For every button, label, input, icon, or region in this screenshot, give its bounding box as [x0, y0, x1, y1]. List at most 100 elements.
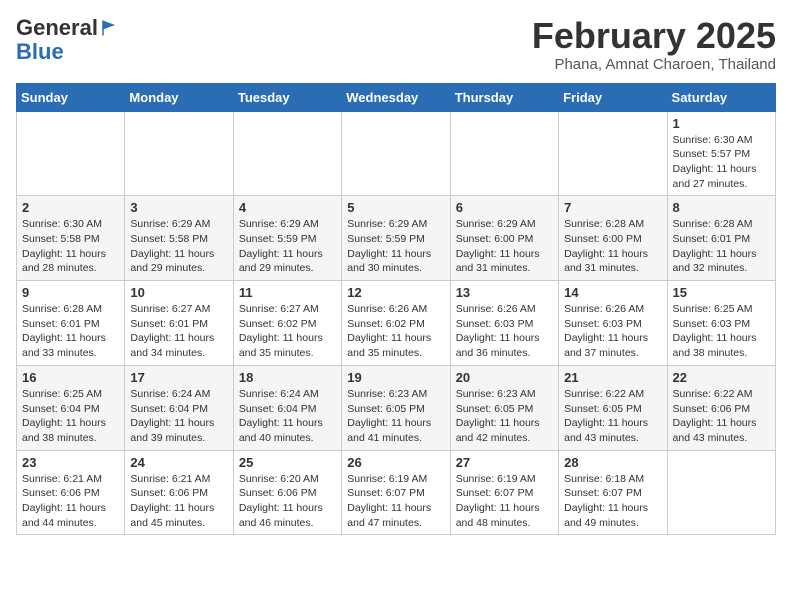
day-number: 22: [673, 370, 770, 385]
calendar-table: SundayMondayTuesdayWednesdayThursdayFrid…: [16, 83, 776, 536]
calendar-cell: 21Sunrise: 6:22 AMSunset: 6:05 PMDayligh…: [559, 365, 667, 450]
day-number: 27: [456, 455, 553, 470]
calendar-cell: 23 Sunrise: 6:21 AMSunset: 6:06 PMDayligh…: [17, 450, 125, 535]
calendar-cell: 3 Sunrise: 6:29 AMSunset: 5:58 PMDaylight…: [125, 196, 233, 281]
calendar-cell: 8 Sunrise: 6:28 AMSunset: 6:01 PMDaylight…: [667, 196, 775, 281]
day-info: Sunrise: 6:22 AMSunset: 6:06 PMDaylight:…: [673, 387, 770, 446]
day-info: Sunrise: 6:28 AMSunset: 6:01 PMDaylight:…: [22, 302, 119, 361]
month-title: February 2025: [532, 16, 776, 56]
day-info: Sunrise: 6:29 AMSunset: 6:00 PMDaylight:…: [456, 217, 553, 276]
day-info: Sunrise: 6:29 AMSunset: 5:59 PMDaylight:…: [239, 217, 336, 276]
day-info: Sunrise: 6:23 AMSunset: 6:05 PMDaylight:…: [456, 387, 553, 446]
day-number: 19: [347, 370, 444, 385]
day-info: Sunrise: 6:23 AMSunset: 6:05 PMDaylight:…: [347, 387, 444, 446]
day-number: 12: [347, 285, 444, 300]
weekday-header-thursday: Thursday: [450, 83, 558, 111]
calendar-cell: [17, 111, 125, 196]
day-number: 17: [130, 370, 227, 385]
day-number: 10: [130, 285, 227, 300]
day-number: 3: [130, 200, 227, 215]
day-number: 16: [22, 370, 119, 385]
day-info: Sunrise: 6:29 AMSunset: 5:58 PMDaylight:…: [130, 217, 227, 276]
calendar-cell: 11 Sunrise: 6:27 AMSunset: 6:02 PMDayligh…: [233, 281, 341, 366]
calendar-cell: [559, 111, 667, 196]
day-info: Sunrise: 6:24 AMSunset: 6:04 PMDaylight:…: [239, 387, 336, 446]
day-number: 6: [456, 200, 553, 215]
day-info: Sunrise: 6:28 AMSunset: 6:00 PMDaylight:…: [564, 217, 661, 276]
logo-blue-text: Blue: [16, 40, 64, 64]
day-info: Sunrise: 6:26 AMSunset: 6:02 PMDaylight:…: [347, 302, 444, 361]
day-number: 1: [673, 116, 770, 131]
calendar-week-1: 1 Sunrise: 6:30 AMSunset: 5:57 PMDaylight…: [17, 111, 776, 196]
day-number: 23: [22, 455, 119, 470]
day-number: 13: [456, 285, 553, 300]
calendar-cell: 15 Sunrise: 6:25 AMSunset: 6:03 PMDayligh…: [667, 281, 775, 366]
day-number: 21: [564, 370, 661, 385]
calendar-cell: 1 Sunrise: 6:30 AMSunset: 5:57 PMDaylight…: [667, 111, 775, 196]
calendar-cell: 18 Sunrise: 6:24 AMSunset: 6:04 PMDayligh…: [233, 365, 341, 450]
calendar-cell: [450, 111, 558, 196]
calendar-cell: 27 Sunrise: 6:19 AMSunset: 6:07 PMDayligh…: [450, 450, 558, 535]
day-info: Sunrise: 6:19 AMSunset: 6:07 PMDaylight:…: [347, 472, 444, 531]
day-info: Sunrise: 6:26 AMSunset: 6:03 PMDaylight:…: [564, 302, 661, 361]
logo-icon: [100, 19, 118, 37]
calendar-cell: 28 Sunrise: 6:18 AMSunset: 6:07 PMDayligh…: [559, 450, 667, 535]
calendar-week-3: 9 Sunrise: 6:28 AMSunset: 6:01 PMDaylight…: [17, 281, 776, 366]
day-number: 28: [564, 455, 661, 470]
day-number: 2: [22, 200, 119, 215]
day-info: Sunrise: 6:29 AMSunset: 5:59 PMDaylight:…: [347, 217, 444, 276]
calendar-cell: 9 Sunrise: 6:28 AMSunset: 6:01 PMDaylight…: [17, 281, 125, 366]
calendar-week-4: 16 Sunrise: 6:25 AMSunset: 6:04 PMDayligh…: [17, 365, 776, 450]
calendar-cell: [342, 111, 450, 196]
day-number: 20: [456, 370, 553, 385]
calendar-cell: [125, 111, 233, 196]
day-number: 15: [673, 285, 770, 300]
day-number: 5: [347, 200, 444, 215]
page-header: General Blue February 2025 Phana, Amnat …: [16, 16, 776, 73]
weekday-header-friday: Friday: [559, 83, 667, 111]
day-number: 24: [130, 455, 227, 470]
calendar-cell: [667, 450, 775, 535]
logo-area: General Blue: [16, 16, 118, 64]
calendar-cell: 19 Sunrise: 6:23 AMSunset: 6:05 PMDayligh…: [342, 365, 450, 450]
day-info: Sunrise: 6:25 AMSunset: 6:03 PMDaylight:…: [673, 302, 770, 361]
day-number: 18: [239, 370, 336, 385]
day-info: Sunrise: 6:21 AMSunset: 6:06 PMDaylight:…: [130, 472, 227, 531]
calendar-cell: 25Sunrise: 6:20 AMSunset: 6:06 PMDayligh…: [233, 450, 341, 535]
title-area: February 2025 Phana, Amnat Charoen, Thai…: [532, 16, 776, 73]
weekday-header-sunday: Sunday: [17, 83, 125, 111]
calendar-cell: 12 Sunrise: 6:26 AMSunset: 6:02 PMDayligh…: [342, 281, 450, 366]
calendar-cell: 14 Sunrise: 6:26 AMSunset: 6:03 PMDayligh…: [559, 281, 667, 366]
calendar-cell: 5 Sunrise: 6:29 AMSunset: 5:59 PMDaylight…: [342, 196, 450, 281]
calendar-cell: [233, 111, 341, 196]
day-info: Sunrise: 6:25 AMSunset: 6:04 PMDaylight:…: [22, 387, 119, 446]
calendar-cell: 24 Sunrise: 6:21 AMSunset: 6:06 PMDayligh…: [125, 450, 233, 535]
day-info: Sunrise: 6:19 AMSunset: 6:07 PMDaylight:…: [456, 472, 553, 531]
calendar-cell: 2 Sunrise: 6:30 AMSunset: 5:58 PMDaylight…: [17, 196, 125, 281]
day-info: Sunrise: 6:20 AMSunset: 6:06 PMDaylight:…: [239, 472, 336, 531]
day-number: 4: [239, 200, 336, 215]
logo-general-text: General: [16, 16, 98, 40]
calendar-cell: 26 Sunrise: 6:19 AMSunset: 6:07 PMDayligh…: [342, 450, 450, 535]
calendar-cell: 6 Sunrise: 6:29 AMSunset: 6:00 PMDaylight…: [450, 196, 558, 281]
day-number: 9: [22, 285, 119, 300]
day-number: 8: [673, 200, 770, 215]
calendar-cell: 22 Sunrise: 6:22 AMSunset: 6:06 PMDayligh…: [667, 365, 775, 450]
day-number: 14: [564, 285, 661, 300]
day-info: Sunrise: 6:28 AMSunset: 6:01 PMDaylight:…: [673, 217, 770, 276]
day-info: Sunrise: 6:30 AMSunset: 5:57 PMDaylight:…: [673, 133, 770, 192]
calendar-cell: 16 Sunrise: 6:25 AMSunset: 6:04 PMDayligh…: [17, 365, 125, 450]
day-info: Sunrise: 6:30 AMSunset: 5:58 PMDaylight:…: [22, 217, 119, 276]
calendar-week-5: 23 Sunrise: 6:21 AMSunset: 6:06 PMDayligh…: [17, 450, 776, 535]
day-info: Sunrise: 6:27 AMSunset: 6:01 PMDaylight:…: [130, 302, 227, 361]
day-number: 26: [347, 455, 444, 470]
weekday-header-wednesday: Wednesday: [342, 83, 450, 111]
day-info: Sunrise: 6:21 AMSunset: 6:06 PMDaylight:…: [22, 472, 119, 531]
calendar-cell: 17Sunrise: 6:24 AMSunset: 6:04 PMDayligh…: [125, 365, 233, 450]
day-info: Sunrise: 6:18 AMSunset: 6:07 PMDaylight:…: [564, 472, 661, 531]
calendar-cell: 10 Sunrise: 6:27 AMSunset: 6:01 PMDayligh…: [125, 281, 233, 366]
day-info: Sunrise: 6:27 AMSunset: 6:02 PMDaylight:…: [239, 302, 336, 361]
weekday-header-monday: Monday: [125, 83, 233, 111]
day-number: 11: [239, 285, 336, 300]
day-number: 7: [564, 200, 661, 215]
